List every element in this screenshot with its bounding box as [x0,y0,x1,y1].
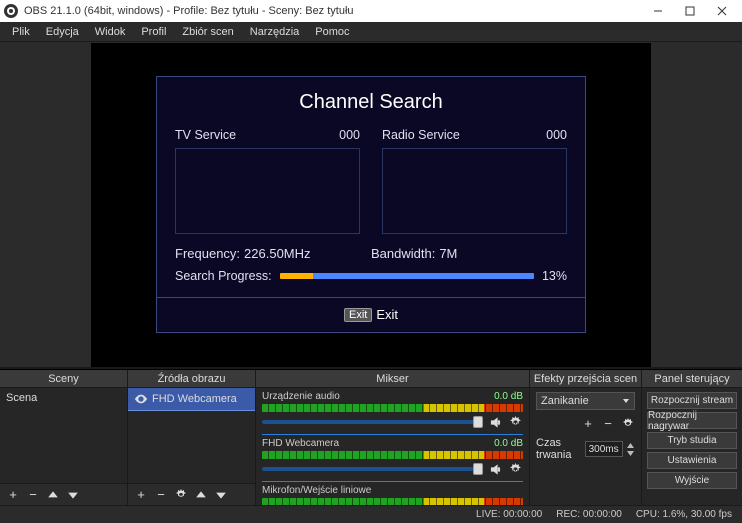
bandwidth-value: 7M [439,246,457,261]
remove-scene-button[interactable]: − [26,487,40,502]
mixer-dock: Mikser Urządzenie audio0.0 dB FHD Webcam… [256,370,530,505]
remove-transition-button[interactable]: − [601,416,615,431]
speaker-icon[interactable] [487,414,503,430]
duration-label: Czas trwania [536,437,581,461]
mixer-channel-db: 0.0 dB [494,438,523,449]
radio-service-list [382,148,567,234]
control-button[interactable]: Rozpocznij nagrywar [647,412,737,429]
mixer-channel-db: 0.0 dB [494,391,523,402]
speaker-icon[interactable] [487,461,503,477]
volume-slider[interactable] [262,467,483,471]
transitions-header: Efekty przejścia scen [530,370,641,388]
source-item[interactable]: FHD Webcamera [128,388,255,410]
duration-step-down[interactable] [627,449,635,457]
controls-header: Panel sterujący [642,370,742,388]
exit-button[interactable]: Exit Exit [344,307,398,322]
mixer-channel-name: Mikrofon/Wejście liniowe [262,485,523,496]
tv-service-list [175,148,360,234]
titlebar: OBS 21.1.0 (64bit, windows) - Profile: B… [0,0,742,22]
volume-meter [262,451,523,459]
mixer-channel: Mikrofon/Wejście liniowe [256,482,529,505]
duration-step-up[interactable] [627,441,635,449]
minimize-button[interactable] [642,0,674,22]
eye-icon[interactable] [134,392,148,406]
radio-service-label: Radio Service [382,128,546,142]
move-scene-down-button[interactable] [66,489,80,501]
maximize-button[interactable] [674,0,706,22]
remove-source-button[interactable]: − [154,487,168,502]
control-button[interactable]: Rozpocznij stream [647,392,737,409]
transition-selected: Zanikanie [541,395,589,407]
menu-scene-collection[interactable]: Zbiór scen [174,24,241,40]
mixer-channel: Urządzenie audio0.0 dB [256,388,529,435]
mixer-header: Mikser [256,370,529,388]
scenes-header: Sceny [0,370,127,388]
exit-key-icon: Exit [344,308,372,322]
duration-value: 300ms [589,444,619,455]
move-source-up-button[interactable] [194,489,208,501]
gear-icon[interactable] [507,461,523,477]
source-settings-button[interactable] [174,489,188,501]
menu-help[interactable]: Pomoc [307,24,357,40]
menu-file[interactable]: Plik [4,24,38,40]
transitions-dock: Efekty przejścia scen Zanikanie + − Czas… [530,370,642,505]
progress-bar [280,273,534,279]
progress-label: Search Progress: [175,269,272,283]
menu-tools[interactable]: Narzędzia [242,24,308,40]
gear-icon[interactable] [507,414,523,430]
app-icon [4,4,18,18]
tv-service-count: 000 [339,128,360,142]
window-title: OBS 21.1.0 (64bit, windows) - Profile: B… [24,5,354,17]
add-scene-button[interactable]: + [6,487,20,502]
preview-area: Channel Search TV Service000 Radio Servi… [0,42,742,369]
exit-label: Exit [376,307,398,322]
control-button[interactable]: Tryb studia [647,432,737,449]
move-source-down-button[interactable] [214,489,228,501]
progress-percent: 13% [542,269,567,283]
add-transition-button[interactable]: + [581,416,595,431]
channel-search-dialog: Channel Search TV Service000 Radio Servi… [156,76,586,334]
tv-service-label: TV Service [175,128,339,142]
mixer-channel-name: Urządzenie audio [262,391,494,402]
menu-profile[interactable]: Profil [133,24,174,40]
dialog-title: Channel Search [175,91,567,114]
bandwidth-label: Bandwidth: [371,246,435,261]
chevron-down-icon [622,397,630,405]
volume-slider[interactable] [262,420,483,424]
frequency-label: Frequency: [175,246,240,261]
status-cpu: CPU: 1.6%, 30.00 fps [636,509,732,520]
volume-meter [262,404,523,412]
sources-dock: Źródła obrazu FHD Webcamera + − [128,370,256,505]
menubar: Plik Edycja Widok Profil Zbiór scen Narz… [0,22,742,42]
mixer-channel: FHD Webcamera0.0 dB [256,435,529,482]
menu-view[interactable]: Widok [87,24,134,40]
controls-dock: Panel sterujący Rozpocznij stream Rozpocz… [642,370,742,505]
control-button[interactable]: Wyjście [647,472,737,489]
add-source-button[interactable]: + [134,487,148,502]
status-rec: REC: 00:00:00 [556,509,622,520]
duration-input[interactable]: 300ms [585,441,623,457]
scene-item[interactable]: Scena [0,388,127,408]
control-button[interactable]: Ustawienia [647,452,737,469]
move-scene-up-button[interactable] [46,489,60,501]
frequency-value: 226.50MHz [244,246,310,261]
sources-header: Źródła obrazu [128,370,255,388]
video-preview[interactable]: Channel Search TV Service000 Radio Servi… [91,43,651,367]
source-label: FHD Webcamera [152,393,237,405]
close-button[interactable] [706,0,738,22]
volume-meter [262,498,523,505]
mixer-channel-name: FHD Webcamera [262,438,494,449]
statusbar: LIVE: 00:00:00 REC: 00:00:00 CPU: 1.6%, … [0,505,742,523]
transition-settings-button[interactable] [621,416,635,431]
scenes-dock: Sceny Scena + − [0,370,128,505]
status-live: LIVE: 00:00:00 [476,509,542,520]
transition-select[interactable]: Zanikanie [536,392,635,410]
radio-service-count: 000 [546,128,567,142]
menu-edit[interactable]: Edycja [38,24,87,40]
